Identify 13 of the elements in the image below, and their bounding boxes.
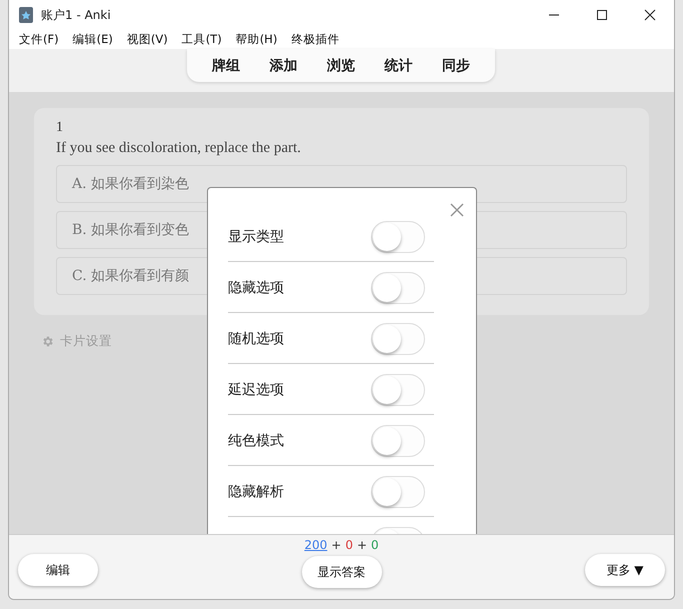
plus-sign: +	[331, 538, 342, 552]
question-text: If you see discoloration, replace the part.	[56, 140, 302, 157]
option-label: 随机选项	[228, 330, 284, 348]
option-label: 隐藏解析	[228, 482, 284, 500]
option-label: 延迟选项	[228, 380, 284, 398]
window-title: 账户1 - Anki	[41, 6, 111, 24]
card-count: 0	[371, 538, 379, 552]
plus-sign: +	[356, 538, 368, 552]
option-label: 隐藏选项	[228, 278, 284, 296]
option-label: 纯色模式	[228, 432, 284, 450]
card-number: 1	[56, 120, 64, 136]
card-count: 0	[345, 538, 353, 552]
option-label: 显示类型	[228, 228, 284, 246]
